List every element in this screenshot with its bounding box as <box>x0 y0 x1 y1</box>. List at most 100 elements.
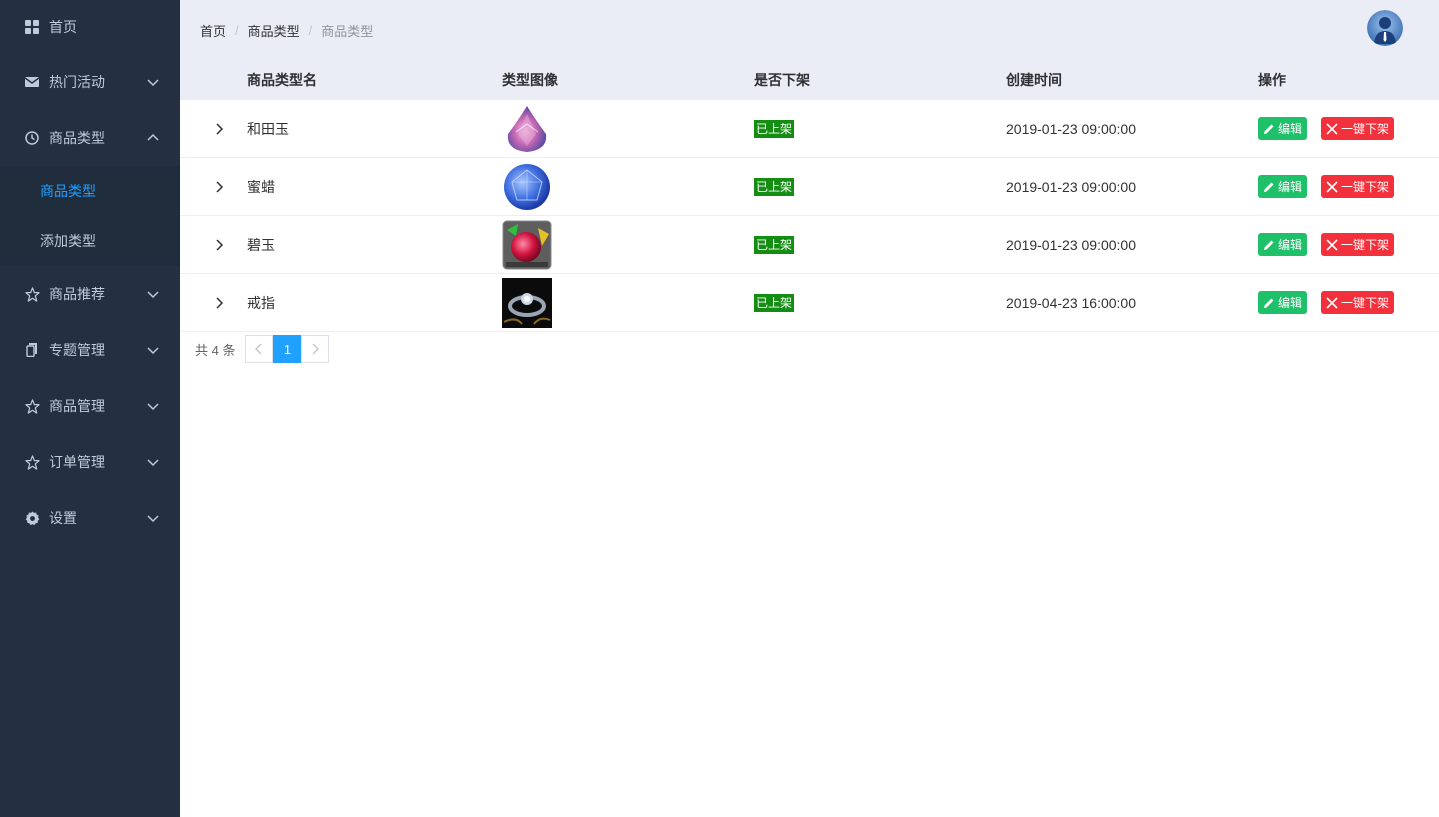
column-header-image: 类型图像 <box>502 71 558 88</box>
sidebar-item-recommend[interactable]: 商品推荐 <box>0 266 180 322</box>
edit-button[interactable]: 编辑 <box>1258 291 1308 314</box>
chevron-down-icon <box>147 79 159 87</box>
sidebar-item-topics[interactable]: 专题管理 <box>0 322 180 378</box>
chevron-down-icon <box>147 459 159 467</box>
ring-image <box>502 277 552 328</box>
mail-icon <box>24 74 40 90</box>
chevron-right-icon[interactable] <box>212 180 226 194</box>
sidebar-item-hot-activity[interactable]: 热门活动 <box>0 54 180 110</box>
blue-gem-image <box>504 163 550 210</box>
breadcrumb-item-current: 商品类型 <box>321 23 374 39</box>
table-row: 戒指 已上架 2019-04-23 16:00:00 编辑 一键下架 <box>180 274 1439 332</box>
grid-icon <box>24 19 40 35</box>
pink-gem-image <box>507 105 547 152</box>
breadcrumb: 首页 / 商品类型 / 商品类型 <box>200 21 373 40</box>
chevron-right-icon[interactable] <box>212 238 226 252</box>
pagination-total: 共 4 条 <box>195 342 236 358</box>
table-row: 碧玉 已上架 2019-01-23 09:00:00 编辑 一键下架 <box>180 216 1439 274</box>
next-page-button[interactable] <box>301 335 330 363</box>
take-down-button[interactable]: 一键下架 <box>1321 291 1395 314</box>
type-name: 碧玉 <box>247 236 275 253</box>
pencil-icon <box>1264 182 1274 192</box>
table-header: 商品类型名 类型图像 是否下架 创建时间 操作 <box>180 60 1439 100</box>
close-icon <box>1326 238 1338 251</box>
created-time: 2019-01-23 09:00:00 <box>1006 120 1136 137</box>
breadcrumb-separator: / <box>235 22 239 38</box>
star-icon <box>24 398 40 414</box>
sidebar-item-label: 商品推荐 <box>49 286 105 302</box>
pencil-icon <box>1264 240 1274 250</box>
prev-page-button[interactable] <box>245 335 274 363</box>
breadcrumb-item[interactable]: 商品类型 <box>248 21 300 40</box>
edit-button[interactable]: 编辑 <box>1258 175 1308 198</box>
status-badge: 已上架 <box>754 119 795 138</box>
product-type-submenu: 商品类型 添加类型 <box>0 166 180 266</box>
status-badge: 已上架 <box>754 293 795 312</box>
take-down-button[interactable]: 一键下架 <box>1321 233 1395 256</box>
main-content: 商品类型名 类型图像 是否下架 创建时间 操作 和田玉 已上架 2019-01-… <box>180 60 1439 817</box>
sidebar-item-label: 订单管理 <box>49 454 105 470</box>
table-row: 蜜蜡 已上架 2019-01-23 09:00:00 编辑 一键下架 <box>180 158 1439 216</box>
take-down-button[interactable]: 一键下架 <box>1321 175 1395 198</box>
avatar[interactable] <box>1367 10 1403 46</box>
type-name: 蜜蜡 <box>247 178 275 195</box>
column-header-created: 创建时间 <box>1006 71 1062 88</box>
edit-button[interactable]: 编辑 <box>1258 117 1308 140</box>
sidebar-item-label: 专题管理 <box>49 342 105 358</box>
edit-button-label: 编辑 <box>1278 296 1303 310</box>
chevron-up-icon <box>147 133 159 141</box>
take-down-button[interactable]: 一键下架 <box>1321 117 1395 140</box>
created-time: 2019-01-23 09:00:00 <box>1006 236 1136 253</box>
star-icon <box>24 286 40 302</box>
chevron-right-icon[interactable] <box>212 296 226 310</box>
take-down-button-label: 一键下架 <box>1341 122 1390 136</box>
status-badge: 已上架 <box>754 235 795 254</box>
chevron-down-icon <box>147 291 159 299</box>
chevron-down-icon <box>147 515 159 523</box>
column-header-ops: 操作 <box>1258 71 1286 88</box>
red-gem-image <box>502 220 552 269</box>
chevron-down-icon <box>147 347 159 355</box>
sidebar-item-orders[interactable]: 订单管理 <box>0 434 180 490</box>
submenu-item-add-type[interactable]: 添加类型 <box>0 216 180 266</box>
submenu-item-product-type[interactable]: 商品类型 <box>0 166 180 216</box>
sidebar-item-home[interactable]: 首页 <box>0 0 180 54</box>
take-down-button-label: 一键下架 <box>1341 296 1390 310</box>
sidebar-item-product-type[interactable]: 商品类型 <box>0 110 180 166</box>
edit-button[interactable]: 编辑 <box>1258 233 1308 256</box>
edit-button-label: 编辑 <box>1278 122 1303 136</box>
chevron-left-icon <box>255 343 262 355</box>
edit-button-label: 编辑 <box>1278 180 1303 194</box>
pagination: 共 4 条 1 <box>180 334 1439 364</box>
sidebar: 首页 热门活动 商品类型 商品类型 添加类型 商品推荐 专题管理 商品管理 订单… <box>0 0 180 817</box>
type-name: 和田玉 <box>247 120 289 137</box>
gear-icon <box>24 510 40 526</box>
created-time: 2019-01-23 09:00:00 <box>1006 178 1136 195</box>
star-icon <box>24 454 40 470</box>
close-icon <box>1326 180 1338 193</box>
top-header: 首页 / 商品类型 / 商品类型 <box>180 0 1439 60</box>
breadcrumb-item[interactable]: 首页 <box>200 21 226 40</box>
sidebar-item-label: 商品管理 <box>49 398 105 414</box>
sidebar-item-products[interactable]: 商品管理 <box>0 378 180 434</box>
clock-icon <box>24 130 40 146</box>
chevron-right-icon <box>313 343 320 355</box>
pencil-icon <box>1264 124 1274 134</box>
table-row: 和田玉 已上架 2019-01-23 09:00:00 编辑 一键下架 <box>180 100 1439 158</box>
breadcrumb-separator: / <box>308 22 313 38</box>
sidebar-item-label: 首页 <box>49 19 77 35</box>
take-down-button-label: 一键下架 <box>1341 180 1390 194</box>
sidebar-item-label: 热门活动 <box>49 74 105 90</box>
created-time: 2019-04-23 16:00:00 <box>1006 294 1136 311</box>
sidebar-item-settings[interactable]: 设置 <box>0 490 180 546</box>
page-number-button[interactable]: 1 <box>273 335 302 363</box>
chevron-down-icon <box>147 403 159 411</box>
close-icon <box>1326 122 1338 135</box>
edit-button-label: 编辑 <box>1278 238 1303 252</box>
close-icon <box>1326 296 1338 309</box>
chevron-right-icon[interactable] <box>212 122 226 136</box>
sidebar-item-label: 商品类型 <box>49 130 105 146</box>
take-down-button-label: 一键下架 <box>1341 238 1390 252</box>
pencil-icon <box>1264 298 1274 308</box>
column-header-name: 商品类型名 <box>247 71 317 88</box>
